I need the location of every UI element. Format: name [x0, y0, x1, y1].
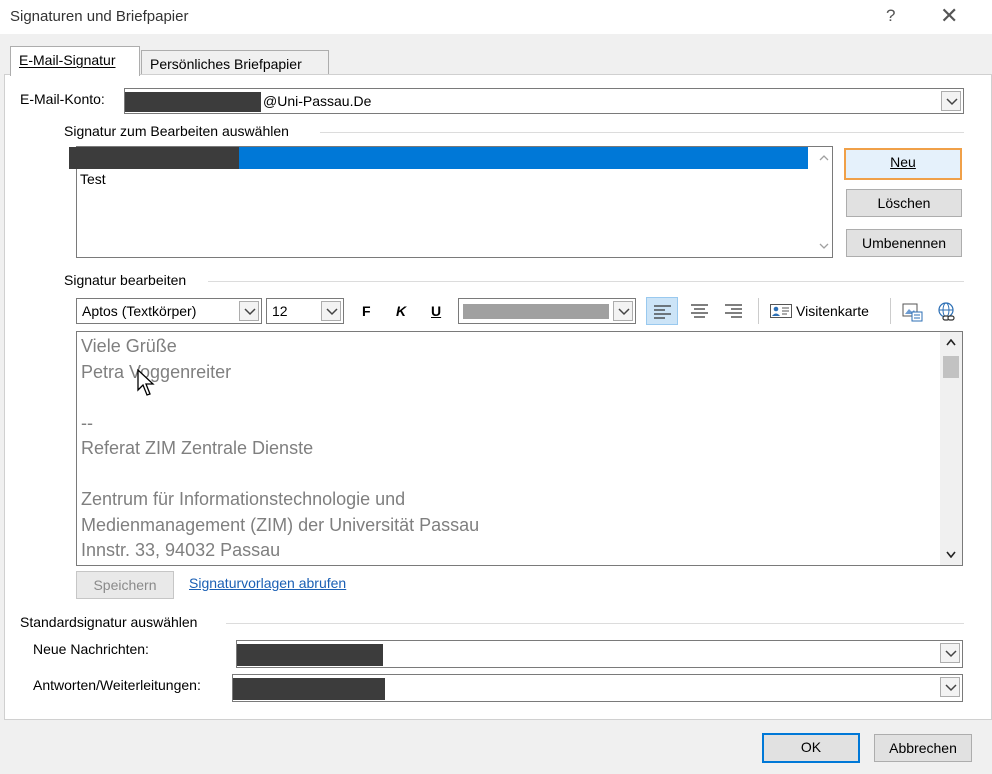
underline-button[interactable]: U — [431, 303, 441, 319]
insert-picture-button[interactable] — [898, 298, 926, 324]
new-messages-dropdown[interactable] — [236, 640, 963, 668]
bold-button[interactable]: F — [362, 303, 371, 319]
close-icon[interactable]: ✕ — [940, 3, 958, 29]
align-center-button[interactable] — [686, 297, 714, 325]
chevron-down-icon[interactable] — [941, 91, 961, 111]
toolbar-separator — [758, 298, 759, 324]
rename-button-label: Umbenennen — [861, 235, 947, 251]
save-button[interactable]: Speichern — [76, 571, 174, 599]
align-right-icon — [725, 304, 742, 318]
font-color-dropdown[interactable] — [458, 298, 636, 324]
edit-signature-group-label: Signatur bearbeiten — [64, 272, 187, 288]
align-left-button[interactable] — [646, 297, 678, 325]
business-card-label: Visitenkarte — [796, 303, 869, 319]
align-right-button[interactable] — [720, 297, 748, 325]
editor-line: Zentrum für Informationstechnologie und — [81, 489, 406, 509]
mouse-cursor-icon — [137, 369, 155, 396]
font-size-value: 12 — [272, 303, 288, 319]
chevron-down-icon — [819, 243, 829, 249]
chevron-down-icon[interactable] — [940, 677, 960, 697]
editor-line: Innstr. 33, 94032 Passau — [81, 540, 281, 560]
new-button[interactable]: Neu — [844, 148, 962, 180]
scrollbar-thumb[interactable] — [943, 356, 959, 378]
editor-scrollbar[interactable] — [940, 332, 962, 565]
chevron-up-icon — [946, 339, 956, 346]
signature-editor[interactable]: Viele Grüße Petra Voggenreiter -- Refera… — [76, 331, 963, 566]
toolbar-separator — [890, 298, 891, 324]
redaction-block — [69, 147, 239, 169]
signature-list[interactable]: Test — [69, 146, 833, 258]
signature-templates-link[interactable]: Signaturvorlagen abrufen — [189, 575, 346, 591]
chevron-down-icon[interactable] — [940, 643, 960, 663]
title-bar: Signaturen und Briefpapier ? ✕ — [0, 0, 992, 34]
business-card-icon — [770, 304, 792, 318]
chevron-down-icon[interactable] — [321, 301, 341, 321]
delete-button-label: Löschen — [877, 195, 931, 211]
align-center-icon — [691, 304, 708, 318]
ok-button-label: OK — [800, 739, 822, 755]
help-icon[interactable]: ? — [886, 6, 895, 26]
editor-line: Referat ZIM Zentrale Dienste — [81, 438, 314, 458]
redaction-block — [125, 92, 261, 112]
chevron-up-icon — [819, 155, 829, 161]
font-dropdown[interactable]: Aptos (Textkörper) — [76, 298, 262, 324]
cancel-button-label: Abbrechen — [889, 740, 957, 756]
business-card-button[interactable]: Visitenkarte — [766, 298, 882, 324]
editor-line: Petra Voggenreiter — [81, 361, 232, 382]
group-divider — [320, 132, 964, 133]
replies-dropdown[interactable] — [232, 674, 963, 702]
editor-content[interactable]: Viele Grüße Petra Voggenreiter -- Refera… — [81, 334, 931, 564]
redaction-block — [233, 678, 385, 700]
group-divider — [208, 281, 964, 282]
align-left-icon — [654, 305, 671, 319]
rename-button[interactable]: Umbenennen — [846, 229, 962, 257]
editor-line: Viele Grüße — [81, 336, 177, 356]
redaction-block — [237, 644, 383, 666]
account-value: @Uni-Passau.De — [263, 93, 372, 109]
chevron-down-icon[interactable] — [613, 301, 633, 321]
font-value: Aptos (Textkörper) — [82, 303, 197, 319]
list-scrollbar[interactable] — [815, 147, 832, 257]
insert-picture-icon — [902, 303, 923, 322]
signature-list-item[interactable]: Test — [80, 171, 106, 187]
cancel-button[interactable]: Abbrechen — [874, 734, 972, 762]
window-title: Signaturen und Briefpapier — [10, 8, 189, 25]
select-signature-group-label: Signatur zum Bearbeiten auswählen — [64, 123, 289, 139]
chevron-down-icon[interactable] — [239, 301, 259, 321]
ok-button[interactable]: OK — [762, 733, 860, 763]
new-messages-label: Neue Nachrichten: — [33, 641, 149, 657]
hyperlink-icon — [938, 302, 955, 321]
replies-label: Antworten/Weiterleitungen: — [33, 677, 201, 693]
tab-email-signature[interactable]: E-Mail-Signatur — [10, 46, 140, 76]
group-divider — [226, 623, 964, 624]
chevron-down-icon — [946, 551, 956, 558]
tab-label: E-Mail-Signatur — [19, 52, 116, 68]
default-signature-group-label: Standardsignatur auswählen — [20, 614, 198, 630]
account-label: E-Mail-Konto: — [20, 91, 105, 107]
selected-signature-row[interactable] — [69, 147, 808, 169]
delete-button[interactable]: Löschen — [846, 189, 962, 217]
editor-line: Medienmanagement (ZIM) der Universität P… — [81, 514, 480, 535]
color-swatch — [463, 304, 609, 319]
italic-button[interactable]: K — [396, 303, 406, 319]
new-button-label: Neu — [890, 154, 916, 170]
insert-hyperlink-button[interactable] — [932, 298, 960, 324]
editor-line: -- — [81, 412, 93, 433]
font-size-dropdown[interactable]: 12 — [266, 298, 344, 324]
save-button-label: Speichern — [93, 577, 157, 593]
tab-personal-stationery[interactable]: Persönliches Briefpapier — [141, 50, 329, 76]
account-dropdown[interactable]: @Uni-Passau.De — [124, 88, 964, 114]
tab-label: Persönliches Briefpapier — [150, 56, 302, 72]
